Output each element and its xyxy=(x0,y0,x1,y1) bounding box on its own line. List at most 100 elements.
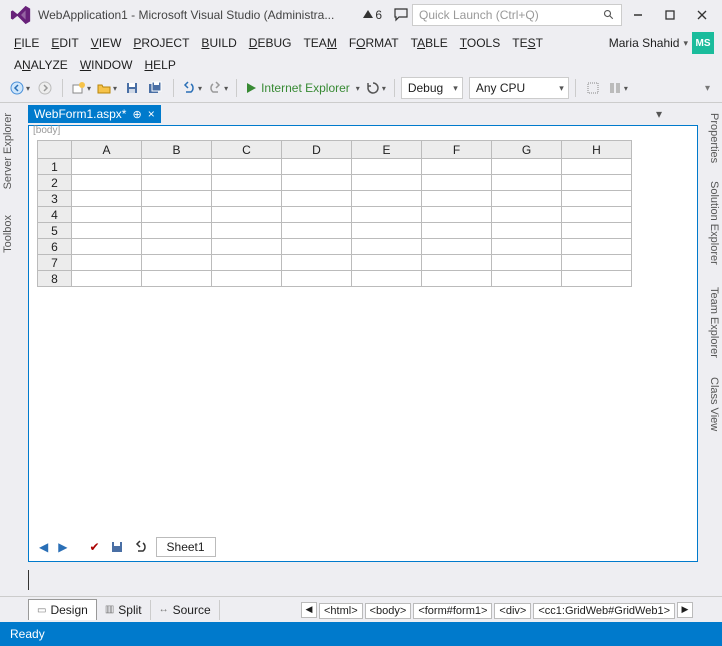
menu-format[interactable]: FORMAT xyxy=(343,32,405,54)
row-header-3[interactable]: 3 xyxy=(38,191,72,207)
open-file-button[interactable] xyxy=(95,77,119,99)
col-header-G[interactable]: G xyxy=(492,141,562,159)
row-header-5[interactable]: 5 xyxy=(38,223,72,239)
row-header-7[interactable]: 7 xyxy=(38,255,72,271)
cell-F4[interactable] xyxy=(422,207,492,223)
panel-properties[interactable]: Properties xyxy=(706,107,722,169)
cell-H6[interactable] xyxy=(562,239,632,255)
cell-H2[interactable] xyxy=(562,175,632,191)
cell-G1[interactable] xyxy=(492,159,562,175)
cell-D1[interactable] xyxy=(282,159,352,175)
tab-list-dropdown-icon[interactable]: ▾ xyxy=(656,107,662,121)
menu-help[interactable]: HELP xyxy=(138,54,181,76)
pin-icon[interactable]: ⊕ xyxy=(132,108,141,121)
cell-H8[interactable] xyxy=(562,271,632,287)
menu-tools[interactable]: TOOLS xyxy=(454,32,506,54)
cell-G5[interactable] xyxy=(492,223,562,239)
cell-G4[interactable] xyxy=(492,207,562,223)
feedback-icon[interactable] xyxy=(390,4,412,26)
panel-server-explorer[interactable]: Server Explorer xyxy=(0,107,16,195)
toolbar-overflow-icon[interactable]: ▾ xyxy=(705,83,714,94)
cell-C3[interactable] xyxy=(212,191,282,207)
cell-A8[interactable] xyxy=(72,271,142,287)
grid-next-icon[interactable]: ▶ xyxy=(56,538,69,556)
redo-button[interactable] xyxy=(206,77,230,99)
menu-analyze[interactable]: ANALYZE xyxy=(8,54,74,76)
user-name[interactable]: Maria Shahid xyxy=(609,36,684,50)
row-header-2[interactable]: 2 xyxy=(38,175,72,191)
cell-G2[interactable] xyxy=(492,175,562,191)
col-header-E[interactable]: E xyxy=(352,141,422,159)
cell-C1[interactable] xyxy=(212,159,282,175)
menu-edit[interactable]: EDIT xyxy=(45,32,84,54)
breadcrumb-chip-0[interactable]: <html> xyxy=(319,603,363,619)
breadcrumb-prev-icon[interactable]: ◀ xyxy=(301,602,317,618)
col-header-D[interactable]: D xyxy=(282,141,352,159)
panel-team-explorer[interactable]: Team Explorer xyxy=(706,281,722,364)
grid-save-icon[interactable] xyxy=(108,538,126,556)
panel-toolbox[interactable]: Toolbox xyxy=(0,209,16,259)
grid-prev-icon[interactable]: ◀ xyxy=(37,538,50,556)
cell-A5[interactable] xyxy=(72,223,142,239)
nav-forward-button[interactable] xyxy=(34,77,56,99)
cell-A3[interactable] xyxy=(72,191,142,207)
user-avatar[interactable]: MS xyxy=(692,32,714,54)
menu-test[interactable]: TEST xyxy=(506,32,549,54)
cell-A7[interactable] xyxy=(72,255,142,271)
config-select[interactable]: Debug xyxy=(401,77,463,99)
cell-H1[interactable] xyxy=(562,159,632,175)
cell-F5[interactable] xyxy=(422,223,492,239)
grid-commit-icon[interactable]: ✔ xyxy=(87,538,101,556)
panel-solution-explorer[interactable]: Solution Explorer xyxy=(706,175,722,271)
cell-F1[interactable] xyxy=(422,159,492,175)
cell-E6[interactable] xyxy=(352,239,422,255)
nav-back-button[interactable] xyxy=(8,77,32,99)
col-header-B[interactable]: B xyxy=(142,141,212,159)
menu-window[interactable]: WINDOW xyxy=(74,54,139,76)
cell-C4[interactable] xyxy=(212,207,282,223)
cell-C7[interactable] xyxy=(212,255,282,271)
col-header-H[interactable]: H xyxy=(562,141,632,159)
cell-D4[interactable] xyxy=(282,207,352,223)
cell-G6[interactable] xyxy=(492,239,562,255)
cell-D2[interactable] xyxy=(282,175,352,191)
cell-B4[interactable] xyxy=(142,207,212,223)
cell-G3[interactable] xyxy=(492,191,562,207)
cell-B3[interactable] xyxy=(142,191,212,207)
row-header-4[interactable]: 4 xyxy=(38,207,72,223)
sheet-tab[interactable]: Sheet1 xyxy=(156,537,216,557)
cell-B1[interactable] xyxy=(142,159,212,175)
border-tool-button[interactable] xyxy=(582,77,604,99)
breadcrumb-chip-2[interactable]: <form#form1> xyxy=(413,603,492,619)
cell-H4[interactable] xyxy=(562,207,632,223)
breadcrumb-next-icon[interactable]: ▶ xyxy=(677,602,693,618)
cell-H7[interactable] xyxy=(562,255,632,271)
cell-E8[interactable] xyxy=(352,271,422,287)
cell-A6[interactable] xyxy=(72,239,142,255)
close-tab-icon[interactable]: × xyxy=(148,107,155,121)
cell-C6[interactable] xyxy=(212,239,282,255)
cell-D5[interactable] xyxy=(282,223,352,239)
col-header-C[interactable]: C xyxy=(212,141,282,159)
cell-E7[interactable] xyxy=(352,255,422,271)
cell-H5[interactable] xyxy=(562,223,632,239)
menu-build[interactable]: BUILD xyxy=(195,32,242,54)
editor-caret-area[interactable] xyxy=(28,570,698,590)
notifications-button[interactable]: 6 xyxy=(363,8,382,22)
cell-C8[interactable] xyxy=(212,271,282,287)
cell-C2[interactable] xyxy=(212,175,282,191)
save-button[interactable] xyxy=(121,77,143,99)
document-tab[interactable]: WebForm1.aspx* ⊕ × xyxy=(28,105,161,123)
cell-A2[interactable] xyxy=(72,175,142,191)
cell-F8[interactable] xyxy=(422,271,492,287)
cell-B8[interactable] xyxy=(142,271,212,287)
cell-F3[interactable] xyxy=(422,191,492,207)
view-design-tab[interactable]: ▭Design xyxy=(28,599,97,620)
new-project-button[interactable] xyxy=(69,77,93,99)
menu-view[interactable]: VIEW xyxy=(85,32,128,54)
layout-tool-button[interactable] xyxy=(606,77,630,99)
spreadsheet-grid[interactable]: ABCDEFGH 12345678 xyxy=(37,140,632,287)
cell-B2[interactable] xyxy=(142,175,212,191)
panel-class-view[interactable]: Class View xyxy=(706,371,722,437)
view-source-tab[interactable]: ↔Source xyxy=(151,600,220,620)
